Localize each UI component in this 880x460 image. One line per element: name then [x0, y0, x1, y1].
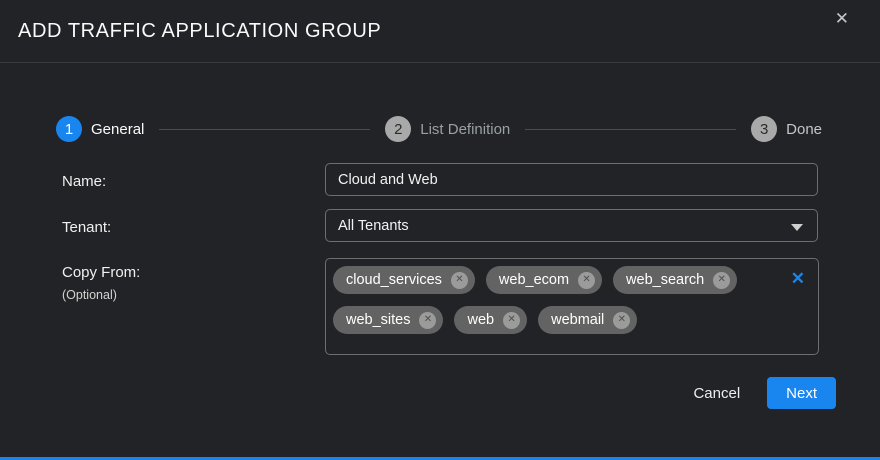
dialog-titlebar: ADD TRAFFIC APPLICATION GROUP ✕ — [0, 0, 880, 62]
remove-tag-icon[interactable]: ✕ — [713, 272, 730, 289]
step-3-label: Done — [786, 121, 822, 138]
dialog-title: ADD TRAFFIC APPLICATION GROUP — [18, 20, 381, 43]
stepper-connector — [159, 129, 370, 130]
tag-chip: web_ecom ✕ — [486, 266, 602, 294]
tag-label: web_sites — [346, 312, 410, 328]
wizard-stepper: 1 General 2 List Definition 3 Done — [56, 116, 822, 142]
tag-label: web_ecom — [499, 272, 569, 288]
remove-tag-icon[interactable]: ✕ — [419, 312, 436, 329]
step-3-badge: 3 — [751, 116, 777, 142]
step-2-label: List Definition — [420, 121, 510, 138]
step-list-definition[interactable]: 2 List Definition — [385, 116, 510, 142]
step-1-label: General — [91, 121, 144, 138]
step-general[interactable]: 1 General — [56, 116, 144, 142]
chevron-down-icon — [791, 224, 803, 231]
copy-from-optional-label: (Optional) — [62, 288, 117, 302]
tag-chip: cloud_services ✕ — [333, 266, 475, 294]
tenant-selected-value: All Tenants — [338, 218, 409, 234]
close-icon[interactable]: ✕ — [835, 10, 849, 27]
step-2-badge: 2 — [385, 116, 411, 142]
remove-tag-icon[interactable]: ✕ — [503, 312, 520, 329]
name-label: Name: — [62, 173, 106, 190]
copy-from-tag-box[interactable]: cloud_services ✕ web_ecom ✕ web_search ✕… — [325, 258, 819, 355]
title-divider — [0, 62, 880, 63]
tag-label: webmail — [551, 312, 604, 328]
tag-chip: web_search ✕ — [613, 266, 737, 294]
name-input[interactable] — [325, 163, 818, 196]
step-1-badge: 1 — [56, 116, 82, 142]
tag-chip: webmail ✕ — [538, 306, 637, 334]
step-done[interactable]: 3 Done — [751, 116, 822, 142]
remove-tag-icon[interactable]: ✕ — [451, 272, 468, 289]
tag-label: web — [467, 312, 494, 328]
add-traffic-application-group-dialog: ADD TRAFFIC APPLICATION GROUP ✕ 1 Genera… — [0, 0, 880, 460]
tenant-label: Tenant: — [62, 219, 111, 236]
copy-from-label: Copy From: — [62, 264, 140, 281]
tag-label: cloud_services — [346, 272, 442, 288]
remove-tag-icon[interactable]: ✕ — [578, 272, 595, 289]
tag-chip: web_sites ✕ — [333, 306, 443, 334]
cancel-button[interactable]: Cancel — [693, 385, 740, 402]
remove-tag-icon[interactable]: ✕ — [613, 312, 630, 329]
dialog-footer: Cancel Next — [693, 377, 836, 409]
tag-list: cloud_services ✕ web_ecom ✕ web_search ✕… — [333, 266, 774, 334]
tag-chip: web ✕ — [454, 306, 527, 334]
tenant-select[interactable]: All Tenants — [325, 209, 818, 242]
tag-label: web_search — [626, 272, 704, 288]
clear-all-tags-icon[interactable]: ✕ — [791, 270, 805, 287]
next-button[interactable]: Next — [767, 377, 836, 409]
stepper-connector — [525, 129, 736, 130]
